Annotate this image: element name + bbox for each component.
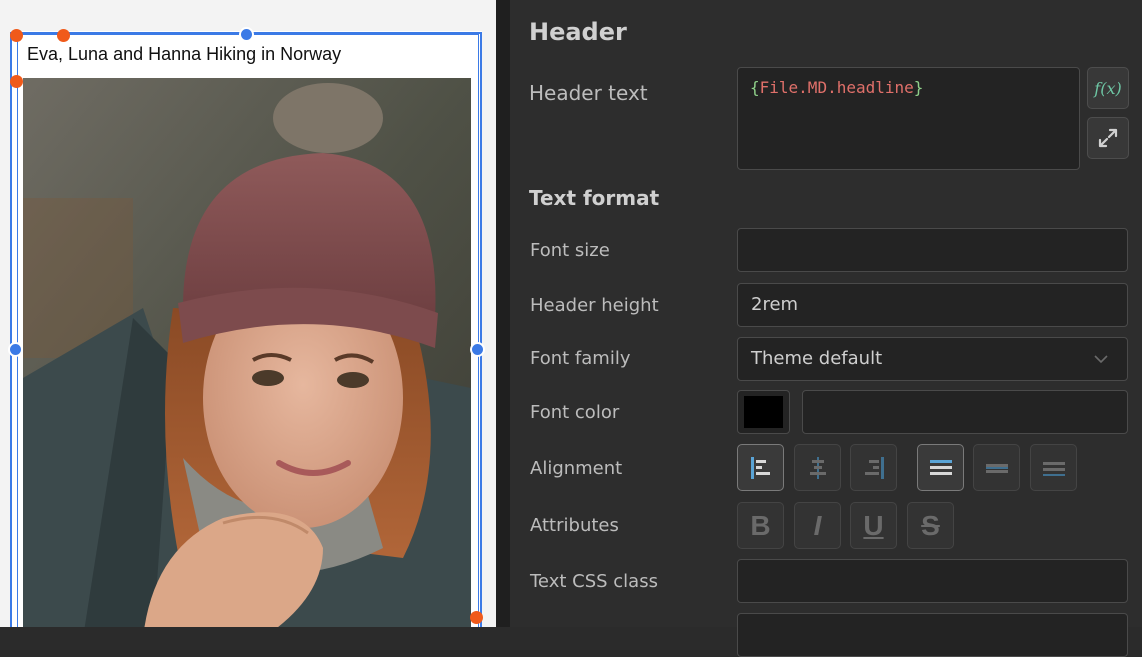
resize-handle-top-secondary[interactable] — [57, 29, 70, 42]
header-height-value: 2rem — [751, 294, 799, 315]
font-family-label: Font family — [530, 348, 631, 369]
expression-open-brace: { — [750, 78, 760, 97]
header-text-input[interactable]: {File.MD.headline} — [737, 67, 1080, 170]
bold-icon: B — [750, 509, 771, 541]
font-color-input[interactable] — [802, 390, 1128, 434]
underline-button[interactable]: U — [850, 502, 897, 549]
align-bottom-icon — [1042, 461, 1065, 476]
header-card[interactable]: Eva, Luna and Hanna Hiking in Norway — [12, 31, 482, 627]
panel-splitter[interactable] — [496, 0, 510, 627]
align-bottom-button[interactable] — [1030, 444, 1077, 491]
function-icon: f(x) — [1094, 78, 1122, 98]
text-format-section-title: Text format — [529, 186, 660, 210]
resize-handle-left-secondary[interactable] — [10, 75, 23, 88]
text-css-class-input[interactable] — [737, 559, 1128, 603]
alignment-label: Alignment — [530, 458, 623, 479]
expand-editor-button[interactable] — [1087, 117, 1129, 159]
header-height-input[interactable]: 2rem — [737, 283, 1128, 327]
resize-handle-top[interactable] — [239, 27, 254, 42]
align-middle-icon — [985, 463, 1008, 473]
italic-button[interactable]: I — [794, 502, 841, 549]
chevron-down-icon — [1094, 355, 1108, 364]
font-family-value: Theme default — [751, 348, 883, 369]
attributes-label: Attributes — [530, 515, 619, 536]
align-top-button[interactable] — [917, 444, 964, 491]
align-left-icon — [750, 456, 770, 479]
resize-handle-right[interactable] — [470, 342, 485, 357]
properties-panel: Header Header text {File.MD.headline} f(… — [510, 0, 1142, 657]
resize-handle-left[interactable] — [8, 342, 23, 357]
align-center-button[interactable] — [794, 444, 841, 491]
card-image[interactable] — [23, 78, 471, 627]
header-height-label: Header height — [530, 295, 659, 316]
font-size-input[interactable] — [737, 228, 1128, 272]
align-center-icon — [809, 456, 826, 479]
italic-icon: I — [813, 509, 822, 541]
next-property-input[interactable] — [737, 613, 1128, 657]
resize-handle-bottom-right[interactable] — [470, 611, 483, 624]
strikethrough-icon: S — [921, 509, 940, 541]
strikethrough-button[interactable]: S — [907, 502, 954, 549]
bold-button[interactable]: B — [737, 502, 784, 549]
portrait-photo — [23, 78, 471, 627]
align-left-button[interactable] — [737, 444, 784, 491]
header-text-label: Header text — [529, 81, 648, 105]
canvas-area: Eva, Luna and Hanna Hiking in Norway — [0, 0, 496, 627]
font-color-swatch-button[interactable] — [737, 390, 790, 434]
align-right-icon — [864, 456, 884, 479]
font-family-select[interactable]: Theme default — [737, 337, 1128, 381]
align-middle-button[interactable] — [973, 444, 1020, 491]
expression-close-brace: } — [913, 78, 924, 97]
underline-icon: U — [863, 509, 884, 541]
font-color-label: Font color — [530, 402, 620, 423]
function-button[interactable]: f(x) — [1087, 67, 1129, 109]
align-right-button[interactable] — [850, 444, 897, 491]
align-top-icon — [929, 459, 952, 475]
card-header-text[interactable]: Eva, Luna and Hanna Hiking in Norway — [27, 44, 341, 65]
font-color-swatch — [744, 396, 783, 428]
text-css-class-label: Text CSS class — [530, 571, 658, 592]
panel-title: Header — [529, 18, 627, 46]
header-expression: File.MD.headline — [759, 78, 914, 97]
expand-icon — [1098, 128, 1118, 148]
font-size-label: Font size — [530, 240, 610, 261]
resize-handle-top-left[interactable] — [10, 29, 23, 42]
